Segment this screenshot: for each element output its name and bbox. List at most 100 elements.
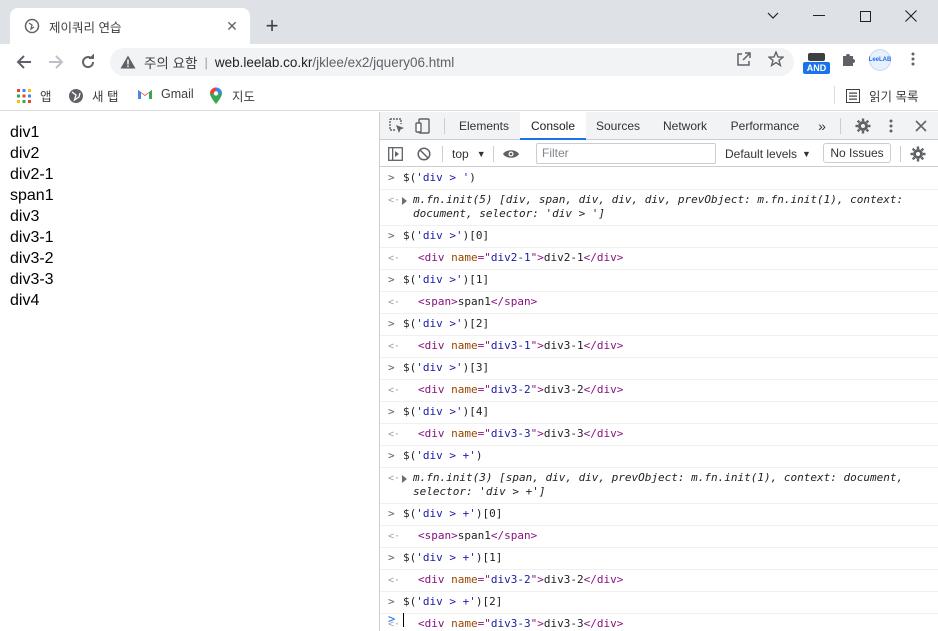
issues-button[interactable]: No Issues: [823, 143, 891, 163]
element-result[interactable]: <span>span1</span>: [403, 529, 933, 543]
reading-list-label: 읽기 목록: [869, 90, 919, 104]
new-tab-button[interactable]: +: [260, 13, 284, 38]
console-input-entry[interactable]: > $('div >')[1]: [380, 270, 938, 292]
extension-and-icon[interactable]: AND: [803, 53, 830, 75]
input-chevron-icon: >: [388, 595, 395, 608]
page-text-line: div4: [10, 292, 40, 309]
context-selector[interactable]: top ▼: [452, 145, 486, 163]
maximize-icon[interactable]: [842, 0, 888, 32]
console-command: $('div > '): [403, 171, 476, 184]
console-command: $('div >')[0]: [403, 229, 490, 242]
tab-strip: 제이쿼리 연습 ✕ +: [0, 0, 938, 44]
more-vert-icon[interactable]: [905, 50, 921, 68]
console-command: $('div > +')[1]: [403, 551, 503, 564]
console-prompt-input[interactable]: >: [380, 609, 938, 631]
close-devtools-icon[interactable]: [912, 117, 930, 135]
console-command: $('div >')[1]: [403, 273, 490, 286]
jquery-object-result[interactable]: m.fn.init(3) [span, div, div, prevObject…: [402, 471, 933, 499]
tab-elements[interactable]: Elements: [452, 112, 516, 140]
puzzle-extensions-icon[interactable]: [840, 50, 858, 68]
browser-tab[interactable]: 제이쿼리 연습 ✕: [10, 8, 250, 44]
console-result-entry[interactable]: <· <div name="div2-1">div2-1</div>: [380, 248, 938, 270]
input-chevron-icon: >: [388, 361, 395, 374]
bookmark-star-icon[interactable]: [767, 50, 785, 68]
console-result-entry[interactable]: <· <span>span1</span>: [380, 526, 938, 548]
profile-label: LeeLAB: [868, 57, 892, 63]
clear-console-icon[interactable]: [417, 145, 431, 163]
tab-performance[interactable]: Performance: [726, 112, 804, 140]
tab-console[interactable]: Console: [520, 112, 586, 140]
expand-triangle-icon[interactable]: [402, 475, 407, 483]
element-result[interactable]: <div name="div2-1">div2-1</div>: [403, 251, 933, 265]
console-filter-input[interactable]: Filter: [536, 143, 716, 164]
jquery-object-result[interactable]: m.fn.init(5) [div, span, div, div, div, …: [402, 193, 933, 221]
input-chevron-icon: >: [388, 317, 395, 330]
console-result-entry[interactable]: <· <span>span1</span>: [380, 292, 938, 314]
bookmark-label: 지도: [232, 90, 256, 104]
eye-icon[interactable]: [502, 145, 520, 163]
minimize-icon[interactable]: [796, 0, 842, 32]
security-status[interactable]: 주의 요함: [144, 52, 197, 72]
console-input-entry[interactable]: > $('div > '): [380, 168, 938, 190]
globe-icon: [24, 18, 40, 34]
profile-avatar[interactable]: LeeLAB: [869, 49, 891, 71]
close-icon[interactable]: [888, 0, 934, 32]
page-text-line: span1: [10, 187, 54, 204]
input-chevron-icon: >: [388, 449, 395, 462]
result-line: document, selector: 'div > ']: [413, 207, 606, 220]
back-arrow-icon[interactable]: [10, 48, 38, 76]
dropdown-triangle-icon: ▼: [802, 149, 811, 159]
settings-gear-icon[interactable]: [854, 117, 872, 135]
sidebar-toggle-icon[interactable]: [388, 145, 403, 163]
result-arrow-icon: <·: [388, 297, 401, 308]
console-result-entry[interactable]: <· <div name="div3-2">div3-2</div>: [380, 380, 938, 402]
device-toolbar-icon[interactable]: [414, 117, 432, 135]
console-input-entry[interactable]: > $('div > +')[1]: [380, 548, 938, 570]
element-result[interactable]: <div name="div3-1">div3-1</div>: [403, 339, 933, 353]
element-result[interactable]: <div name="div3-2">div3-2</div>: [403, 573, 933, 587]
bookmark-apps[interactable]: 앱: [16, 86, 52, 105]
toolbar-divider: [493, 146, 494, 162]
console-input-entry[interactable]: > $('div > +')[0]: [380, 504, 938, 526]
element-result[interactable]: <div name="div3-2">div3-2</div>: [403, 383, 933, 397]
reload-icon[interactable]: [74, 48, 102, 76]
element-result[interactable]: <div name="div3-3">div3-3</div>: [403, 427, 933, 441]
tab-close-icon[interactable]: ✕: [224, 18, 240, 34]
url-host: web.leelab.co.kr: [214, 54, 313, 70]
share-icon[interactable]: [735, 50, 753, 68]
reading-list-button[interactable]: 읽기 목록: [845, 86, 918, 105]
console-input-entry[interactable]: > $('div >')[0]: [380, 226, 938, 248]
address-bar[interactable]: 주의 요함 | web.leelab.co.kr/jklee/ex2/jquer…: [110, 48, 794, 76]
bookmark-label: 새 탭: [92, 90, 119, 104]
console-result-entry[interactable]: <· m.fn.init(5) [div, span, div, div, di…: [380, 190, 938, 226]
more-vert-icon[interactable]: [882, 117, 900, 135]
log-levels-dropdown[interactable]: Default levels ▼: [725, 145, 811, 163]
bookmark-new-tab[interactable]: 새 탭: [68, 86, 118, 105]
url-path: /jklee/ex2/jquery06.html: [312, 54, 455, 70]
more-tabs-button[interactable]: »: [812, 112, 832, 140]
tab-sources[interactable]: Sources: [590, 112, 646, 140]
tab-network[interactable]: Network: [654, 112, 716, 140]
console-input-entry[interactable]: > $('div > +'): [380, 446, 938, 468]
page-text-line: div3: [10, 208, 40, 225]
forward-arrow-icon[interactable]: [42, 48, 70, 76]
url-text[interactable]: web.leelab.co.kr/jklee/ex2/jquery06.html: [215, 55, 454, 70]
inspect-element-icon[interactable]: [388, 117, 406, 135]
console-result-entry[interactable]: <· <div name="div3-2">div3-2</div>: [380, 570, 938, 592]
bookmark-maps[interactable]: 지도: [208, 86, 255, 105]
console-input-entry[interactable]: > $('div >')[4]: [380, 402, 938, 424]
console-result-entry[interactable]: <· m.fn.init(3) [span, div, div, prevObj…: [380, 468, 938, 504]
console-result-entry[interactable]: <· <div name="div3-1">div3-1</div>: [380, 336, 938, 358]
element-result[interactable]: <span>span1</span>: [403, 295, 933, 309]
expand-triangle-icon[interactable]: [402, 197, 407, 205]
console-result-entry[interactable]: <· <div name="div3-3">div3-3</div>: [380, 424, 938, 446]
console-input-entry[interactable]: > $('div >')[3]: [380, 358, 938, 380]
bookmarks-divider: [834, 86, 835, 104]
console-input-entry[interactable]: > $('div >')[2]: [380, 314, 938, 336]
bookmark-gmail[interactable]: Gmail: [137, 86, 194, 102]
console-settings-gear-icon[interactable]: [910, 145, 926, 163]
warning-triangle-icon[interactable]: [120, 55, 138, 69]
chevron-down-icon[interactable]: [750, 0, 796, 32]
result-arrow-icon: <·: [388, 385, 401, 396]
result-arrow-icon: <·: [388, 429, 401, 440]
